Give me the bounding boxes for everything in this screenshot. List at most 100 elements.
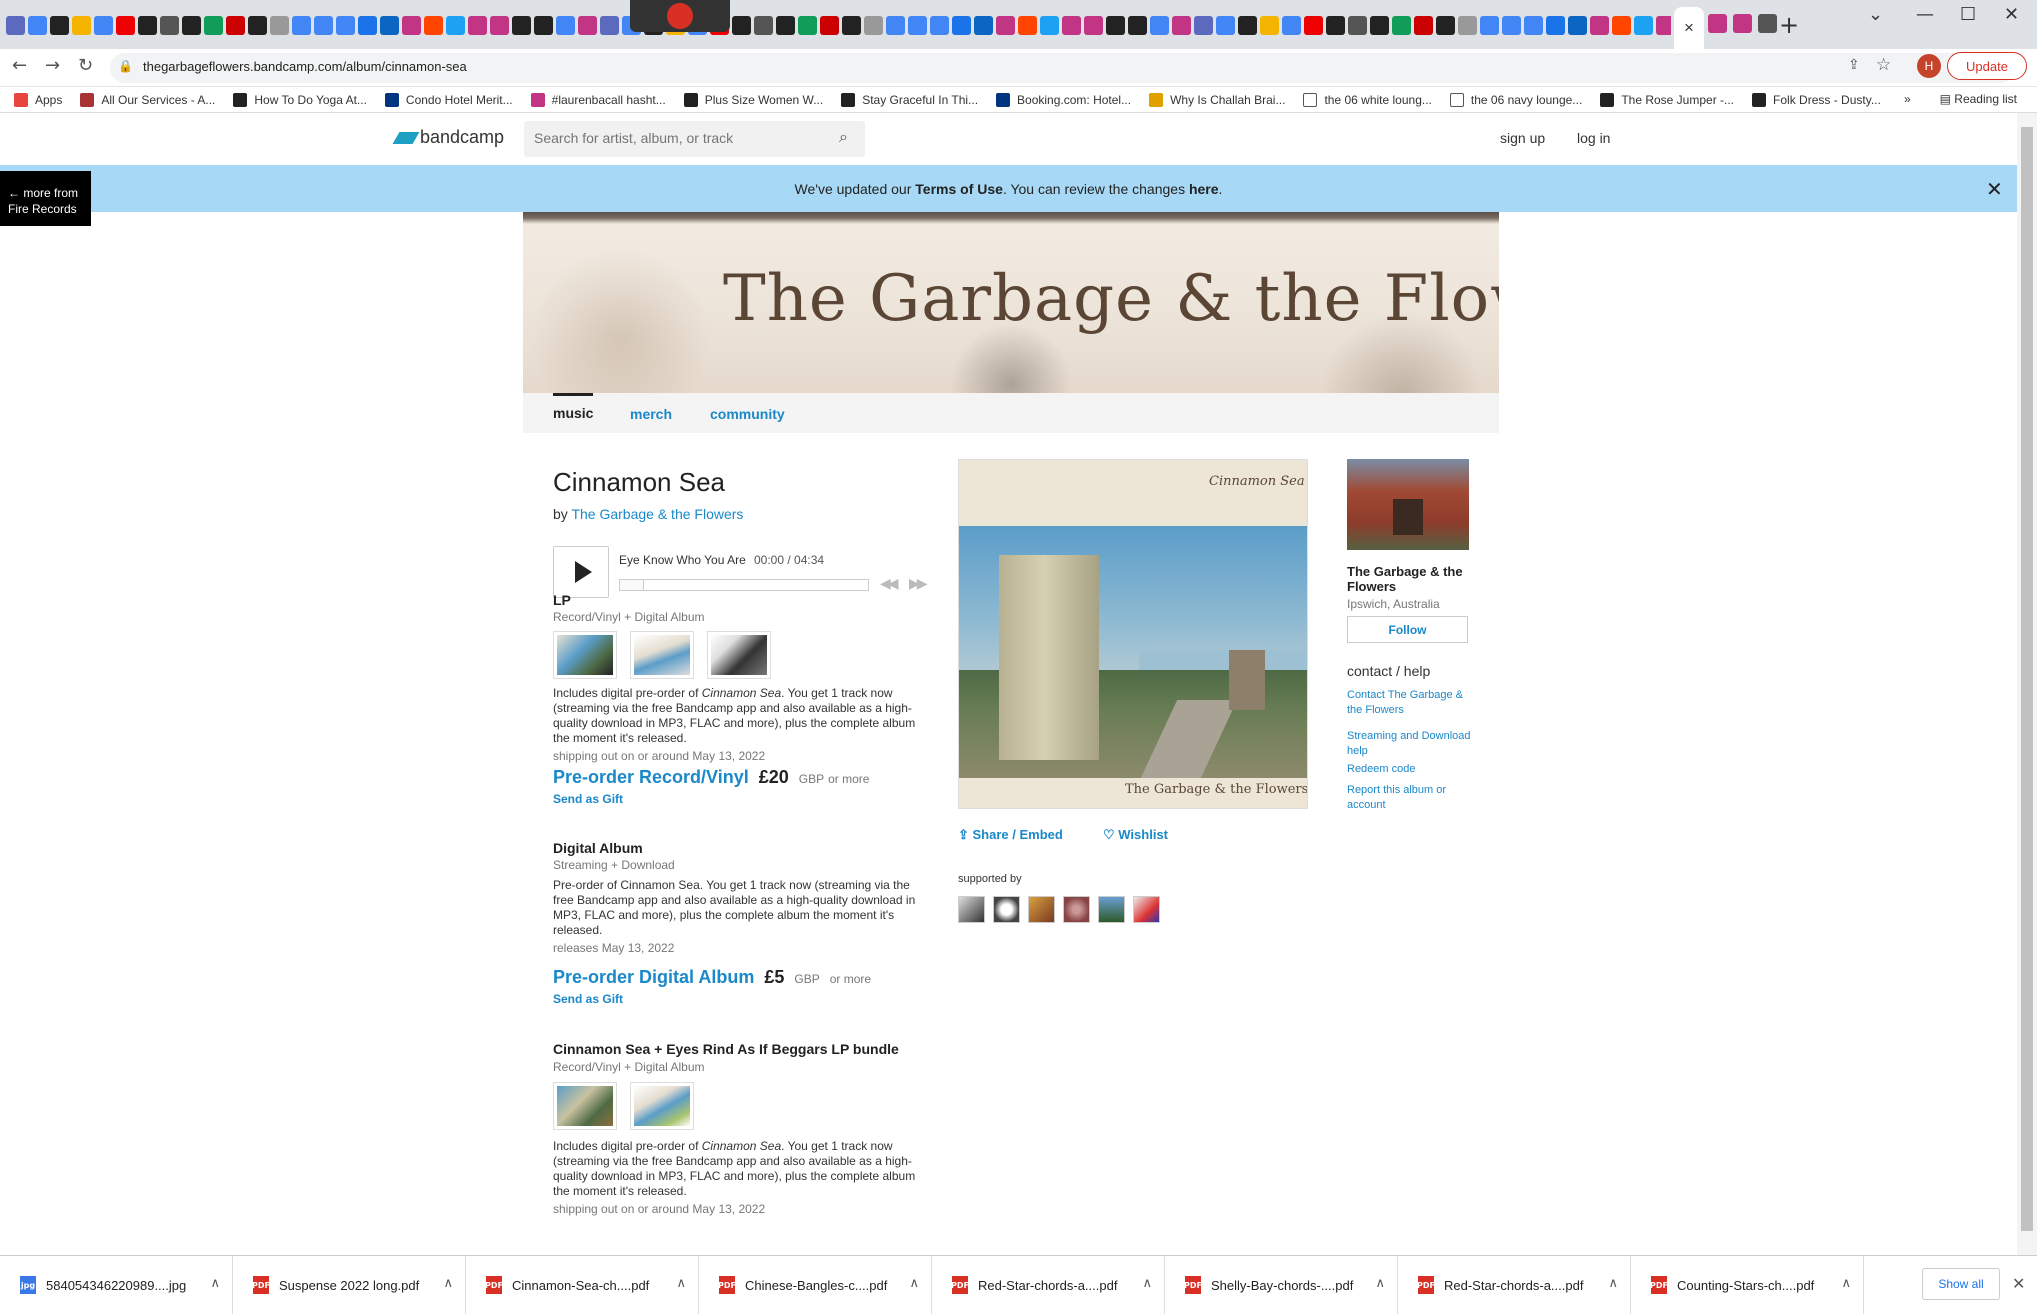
pinned-tab-icon[interactable]: [1194, 15, 1213, 35]
pinned-tab-icon[interactable]: [974, 15, 993, 35]
pinned-tab-icon[interactable]: [94, 15, 113, 35]
pinned-tab-icon[interactable]: [1656, 15, 1671, 35]
close-icon[interactable]: ✕: [1986, 177, 2003, 202]
progress-bar[interactable]: [619, 579, 869, 591]
pinned-tab-icon[interactable]: [468, 15, 487, 35]
reading-list-button[interactable]: ▤ Reading list: [1940, 92, 2017, 106]
pinned-tab-icon[interactable]: [1392, 15, 1411, 35]
download-item[interactable]: jpg 584054346220989....jpg ∧: [0, 1256, 233, 1314]
pinned-tab-icon[interactable]: [864, 15, 883, 35]
pinned-tab-icon[interactable]: [182, 15, 201, 35]
chevron-up-icon[interactable]: ∧: [1142, 1276, 1152, 1291]
download-item[interactable]: PDF Suspense 2022 long.pdf ∧: [233, 1256, 466, 1314]
search-box[interactable]: ⌕: [524, 121, 865, 157]
download-item[interactable]: PDF Counting-Stars-ch....pdf ∧: [1631, 1256, 1864, 1314]
send-as-gift-link[interactable]: Send as Gift: [553, 992, 623, 1006]
pinned-tab-icon[interactable]: [138, 15, 157, 35]
sign-up-link[interactable]: sign up: [1500, 130, 1545, 146]
share-embed-button[interactable]: ⇪ Share / Embed: [958, 827, 1063, 843]
tab-music[interactable]: music: [553, 393, 594, 421]
pinned-tab-icon[interactable]: [1436, 15, 1455, 35]
package-thumbnail[interactable]: [630, 1082, 694, 1130]
pinned-tab-icon[interactable]: [6, 15, 25, 35]
package-title[interactable]: Digital Album: [553, 840, 643, 856]
pinned-tab-icon[interactable]: [1524, 15, 1543, 35]
pinned-tab-icon[interactable]: [446, 15, 465, 35]
pinned-tab-icon[interactable]: [1282, 15, 1301, 35]
pinned-tab-icon[interactable]: [1370, 15, 1389, 35]
pinned-tab-icon[interactable]: [1458, 15, 1477, 35]
page-scrollbar[interactable]: [2017, 113, 2037, 1255]
pinned-tab-icon[interactable]: [72, 15, 91, 35]
send-as-gift-link[interactable]: Send as Gift: [553, 792, 623, 806]
contact-artist-link[interactable]: Contact The Garbage & the Flowers: [1347, 688, 1477, 718]
pinned-tab-icon[interactable]: [314, 15, 333, 35]
scrollbar-thumb[interactable]: [2021, 127, 2033, 1231]
next-track-icon[interactable]: ▶▶: [909, 575, 927, 592]
pinned-tab-icon[interactable]: [578, 15, 597, 35]
pinned-tab-icon[interactable]: [1062, 15, 1081, 35]
pinned-tab-icon[interactable]: [1590, 15, 1609, 35]
update-button[interactable]: Update: [1947, 52, 2027, 80]
pinned-tab-icon[interactable]: [996, 15, 1015, 35]
package-thumbnail[interactable]: [553, 1082, 617, 1130]
chevron-up-icon[interactable]: ∧: [909, 1276, 919, 1291]
pinned-tab-icon[interactable]: [1568, 15, 1587, 35]
bookmark-item[interactable]: #laurenbacall hasht...: [530, 92, 666, 107]
streaming-help-link[interactable]: Streaming and Download help: [1347, 729, 1477, 759]
artist-link[interactable]: The Garbage & the Flowers: [571, 506, 743, 522]
show-all-downloads-button[interactable]: Show all: [1922, 1268, 2000, 1300]
minimize-window-icon[interactable]: ⌄: [1868, 4, 1883, 25]
pinned-tab-icon[interactable]: [248, 15, 267, 35]
more-from-label-link[interactable]: ← more from Fire Records: [0, 171, 91, 226]
search-input[interactable]: [534, 130, 814, 146]
chevron-up-icon[interactable]: ∧: [1841, 1276, 1851, 1291]
download-item[interactable]: PDF Chinese-Bangles-c....pdf ∧: [699, 1256, 932, 1314]
supporter-avatar[interactable]: [1063, 896, 1090, 923]
bookmark-item[interactable]: Apps: [14, 92, 62, 107]
wishlist-button[interactable]: ♡ Wishlist: [1103, 827, 1168, 843]
download-item[interactable]: PDF Shelly-Bay-chords-....pdf ∧: [1165, 1256, 1398, 1314]
package-thumbnail[interactable]: [553, 631, 617, 679]
chevron-up-icon[interactable]: ∧: [1608, 1276, 1618, 1291]
bookmark-item[interactable]: Condo Hotel Merit...: [384, 92, 513, 107]
bookmark-item[interactable]: Folk Dress - Dusty...: [1752, 92, 1881, 107]
pinned-tab-icon[interactable]: [28, 15, 47, 35]
bookmark-item[interactable]: the 06 white loung...: [1303, 92, 1432, 107]
pinned-tab-icon[interactable]: [402, 15, 421, 35]
lock-icon[interactable]: 🔒: [118, 59, 133, 73]
forward-icon[interactable]: →: [45, 55, 60, 76]
share-page-icon[interactable]: ⇪: [1848, 57, 1860, 73]
redeem-code-link[interactable]: Redeem code: [1347, 762, 1477, 777]
pinned-tab-icon[interactable]: [754, 15, 773, 35]
bookmark-item[interactable]: Plus Size Women W...: [683, 92, 823, 107]
bookmark-item[interactable]: How To Do Yoga At...: [233, 92, 367, 107]
pinned-tab-icon[interactable]: [380, 15, 399, 35]
supporter-avatar[interactable]: [993, 896, 1020, 923]
bandcamp-logo[interactable]: bandcamp: [392, 127, 504, 148]
pinned-tab-icon[interactable]: [1304, 15, 1323, 35]
bookmarks-overflow-button[interactable]: »: [1904, 92, 1911, 106]
pinned-tab-icon[interactable]: [798, 15, 817, 35]
log-in-link[interactable]: log in: [1577, 130, 1610, 146]
play-button[interactable]: [553, 546, 609, 598]
chevron-up-icon[interactable]: ∧: [1375, 1276, 1385, 1291]
instagram-tab-icon[interactable]: [1733, 14, 1752, 33]
pinned-tab-icon[interactable]: [512, 15, 531, 35]
bookmark-item[interactable]: Why Is Challah Brai...: [1149, 92, 1285, 107]
pinned-tab-icon[interactable]: [1414, 15, 1433, 35]
pinned-tab-icon[interactable]: [556, 15, 575, 35]
close-tab-icon[interactable]: ×: [1684, 18, 1694, 38]
pinned-tab-icon[interactable]: [732, 15, 751, 35]
pinned-tab-icon[interactable]: [1216, 15, 1235, 35]
search-icon[interactable]: ⌕: [839, 129, 848, 147]
pinned-tab-icon[interactable]: [1502, 15, 1521, 35]
album-cover[interactable]: Cinnamon Sea The Garbage & the Flowers: [958, 459, 1308, 809]
close-window-icon[interactable]: ✕: [2004, 4, 2019, 25]
pinned-tab-icon[interactable]: [270, 15, 289, 35]
package-thumbnail[interactable]: [630, 631, 694, 679]
new-tab-button[interactable]: +: [1779, 11, 1799, 39]
profile-avatar[interactable]: H: [1917, 54, 1941, 78]
bookmark-star-icon[interactable]: ☆: [1876, 55, 1891, 75]
pinned-tab-icon[interactable]: [930, 15, 949, 35]
